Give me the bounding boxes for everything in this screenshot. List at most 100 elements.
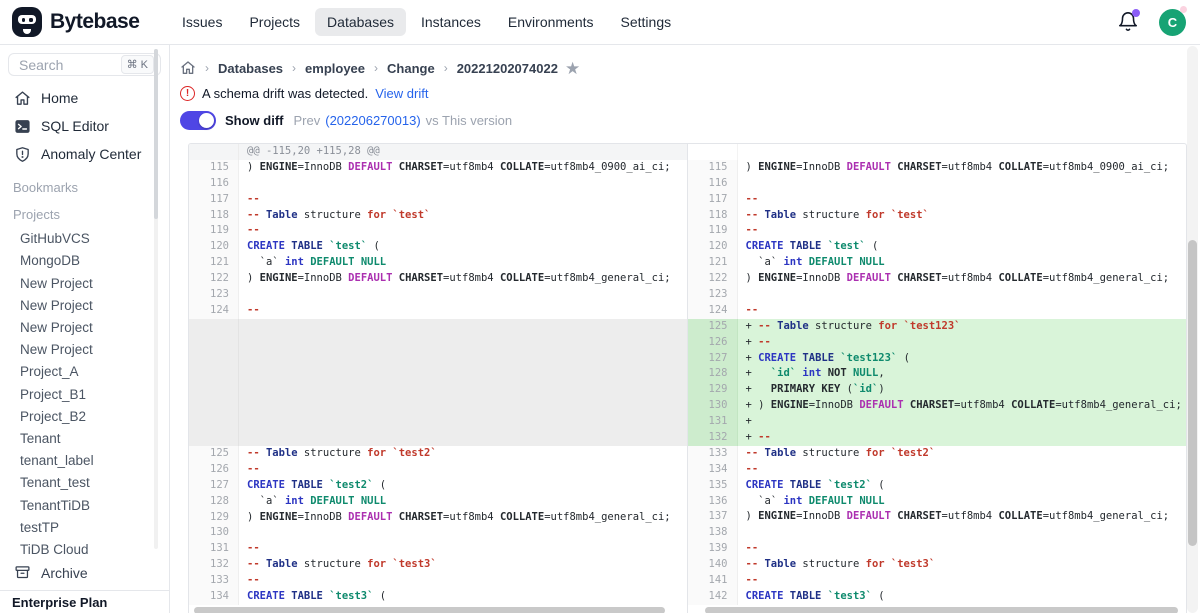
breadcrumb-item[interactable]: 20221202074022 bbox=[457, 61, 558, 76]
diff-line: 124-- bbox=[688, 303, 1187, 319]
project-item[interactable]: New Project bbox=[0, 295, 169, 317]
show-diff-toggle[interactable] bbox=[180, 111, 216, 130]
view-drift-link[interactable]: View drift bbox=[375, 86, 428, 101]
code-line: -- bbox=[239, 541, 687, 557]
avatar-status-dot bbox=[1180, 6, 1187, 13]
nav-item-databases[interactable]: Databases bbox=[315, 8, 406, 36]
code-line bbox=[738, 176, 1187, 192]
project-item[interactable]: New Project bbox=[0, 317, 169, 339]
page-scrollbar[interactable] bbox=[1187, 46, 1198, 613]
code-line: CREATE TABLE `test3` ( bbox=[738, 589, 1187, 605]
code-line: + bbox=[738, 414, 1187, 430]
line-number: 140 bbox=[688, 557, 738, 573]
sidebar-item-anomaly-center[interactable]: Anomaly Center bbox=[0, 140, 169, 168]
right-pane-horizontal-scrollbar[interactable] bbox=[705, 607, 1178, 613]
diff-line: 129) ENGINE=InnoDB DEFAULT CHARSET=utf8m… bbox=[189, 510, 687, 526]
line-number: 127 bbox=[688, 351, 738, 367]
diff-line: 117-- bbox=[688, 192, 1187, 208]
breadcrumb-item[interactable]: employee bbox=[305, 61, 365, 76]
diff-line: 128 `a` int DEFAULT NULL bbox=[189, 494, 687, 510]
breadcrumb-item[interactable]: Change bbox=[387, 61, 435, 76]
home-icon bbox=[14, 90, 31, 107]
project-item[interactable]: MongoDB bbox=[0, 250, 169, 272]
project-item[interactable]: New Project bbox=[0, 273, 169, 295]
code-line: ) ENGINE=InnoDB DEFAULT CHARSET=utf8mb4 … bbox=[738, 509, 1187, 525]
line-number: 139 bbox=[688, 541, 738, 557]
diff-line: @@ -115,20 +115,28 @@ bbox=[189, 144, 687, 160]
line-number: 125 bbox=[688, 319, 738, 335]
diff-line: 139-- bbox=[688, 541, 1187, 557]
nav-item-issues[interactable]: Issues bbox=[170, 8, 234, 36]
line-number: 121 bbox=[688, 255, 738, 271]
home-icon[interactable] bbox=[180, 60, 196, 76]
code-line: ) ENGINE=InnoDB DEFAULT CHARSET=utf8mb4 … bbox=[738, 271, 1187, 287]
sidebar-item-archive[interactable]: Archive bbox=[0, 561, 169, 584]
diff-line: 142CREATE TABLE `test3` ( bbox=[688, 589, 1187, 605]
prev-version-link[interactable]: (202206270013) bbox=[325, 113, 420, 128]
project-item[interactable]: New Project bbox=[0, 339, 169, 361]
project-item[interactable]: Project_B1 bbox=[0, 384, 169, 406]
user-avatar[interactable]: C bbox=[1159, 9, 1186, 36]
line-number: 124 bbox=[189, 303, 239, 319]
line-number bbox=[688, 144, 738, 160]
alert-text: A schema drift was detected. bbox=[202, 86, 368, 101]
page-scrollbar-thumb[interactable] bbox=[1188, 240, 1197, 546]
project-item[interactable]: testTP bbox=[0, 517, 169, 539]
nav-item-settings[interactable]: Settings bbox=[609, 8, 684, 36]
code-line: -- bbox=[738, 462, 1187, 478]
plan-footer[interactable]: Enterprise Plan bbox=[0, 590, 169, 613]
star-icon[interactable]: ★ bbox=[565, 60, 580, 77]
project-item[interactable]: TenantTiDB bbox=[0, 495, 169, 517]
sidebar: Search ⌘ K HomeSQL EditorAnomaly Center … bbox=[0, 45, 170, 613]
project-item[interactable]: Tenant_test bbox=[0, 472, 169, 494]
breadcrumb-separator: › bbox=[374, 61, 378, 75]
logo-text: Bytebase bbox=[50, 10, 139, 34]
breadcrumb-separator: › bbox=[292, 61, 296, 75]
sidebar-item-sql-editor[interactable]: SQL Editor bbox=[0, 112, 169, 140]
left-pane-horizontal-scrollbar[interactable] bbox=[194, 607, 665, 613]
code-line: ) ENGINE=InnoDB DEFAULT CHARSET=utf8mb4 … bbox=[239, 510, 687, 526]
code-line: CREATE TABLE `test3` ( bbox=[239, 589, 687, 605]
diff-line: 116 bbox=[688, 176, 1187, 192]
diff-line bbox=[688, 144, 1187, 160]
breadcrumb-item[interactable]: Databases bbox=[218, 61, 283, 76]
project-item[interactable]: GitHubVCS bbox=[0, 228, 169, 250]
diff-line: 115) ENGINE=InnoDB DEFAULT CHARSET=utf8m… bbox=[189, 160, 687, 176]
project-item[interactable]: tenant_label bbox=[0, 450, 169, 472]
sidebar-scrollbar-thumb[interactable] bbox=[154, 49, 158, 219]
project-item[interactable]: Project_B2 bbox=[0, 406, 169, 428]
code-line: -- Table structure for `test3` bbox=[239, 557, 687, 573]
notification-bell-button[interactable] bbox=[1117, 11, 1139, 33]
sidebar-scrollbar[interactable] bbox=[154, 49, 158, 549]
project-item[interactable]: TiDB Cloud bbox=[0, 539, 169, 561]
breadcrumb: ›Databases›employee›Change›2022120207402… bbox=[180, 59, 1200, 77]
nav-item-instances[interactable]: Instances bbox=[409, 8, 493, 36]
code-line: @@ -115,20 +115,28 @@ bbox=[239, 144, 687, 160]
code-line: + CREATE TABLE `test123` ( bbox=[738, 351, 1187, 367]
nav-item-environments[interactable]: Environments bbox=[496, 8, 606, 36]
code-line: -- bbox=[738, 573, 1187, 589]
line-number: 132 bbox=[189, 557, 239, 573]
code-line: -- Table structure for `test2` bbox=[239, 446, 687, 462]
line-number: 133 bbox=[688, 446, 738, 462]
project-item[interactable]: Tenant bbox=[0, 428, 169, 450]
diff-line: 116 bbox=[189, 176, 687, 192]
project-item[interactable]: Project_A bbox=[0, 361, 169, 383]
line-number: 123 bbox=[688, 287, 738, 303]
line-number: 118 bbox=[688, 208, 738, 224]
code-line: -- Table structure for `test3` bbox=[738, 557, 1187, 573]
diff-line: 115) ENGINE=InnoDB DEFAULT CHARSET=utf8m… bbox=[688, 160, 1187, 176]
line-number: 136 bbox=[688, 494, 738, 510]
code-line: -- bbox=[738, 303, 1187, 319]
diff-line: 119-- bbox=[688, 223, 1187, 239]
diff-line: 130+ ) ENGINE=InnoDB DEFAULT CHARSET=utf… bbox=[688, 398, 1187, 414]
sidebar-section-bookmarks: Bookmarks bbox=[0, 170, 169, 197]
diff-line: 122) ENGINE=InnoDB DEFAULT CHARSET=utf8m… bbox=[189, 271, 687, 287]
search-input[interactable]: Search ⌘ K bbox=[8, 53, 161, 76]
line-number: 126 bbox=[189, 462, 239, 478]
sidebar-item-home[interactable]: Home bbox=[0, 84, 169, 112]
diff-line: 122) ENGINE=InnoDB DEFAULT CHARSET=utf8m… bbox=[688, 271, 1187, 287]
bytebase-logo[interactable]: Bytebase bbox=[12, 7, 170, 37]
code-line: CREATE TABLE `test2` ( bbox=[239, 478, 687, 494]
nav-item-projects[interactable]: Projects bbox=[237, 8, 312, 36]
